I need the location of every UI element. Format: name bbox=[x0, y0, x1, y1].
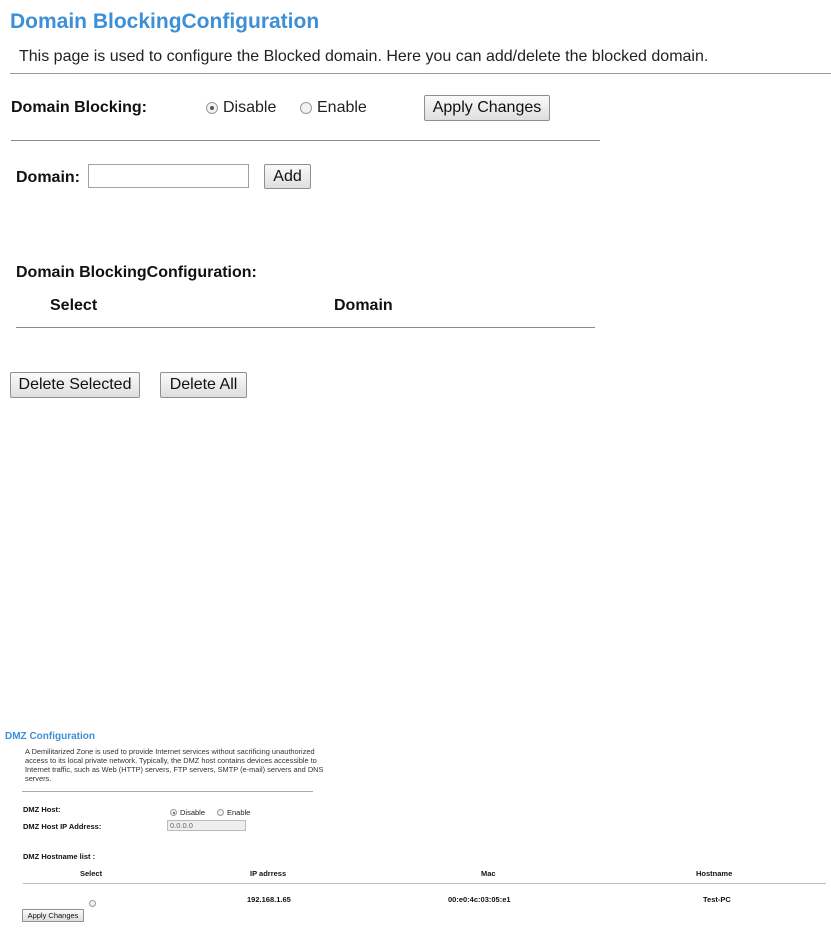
dmz-col-ip: IP adrress bbox=[250, 869, 287, 878]
dmz-description: A Demilitarized Zone is used to provide … bbox=[25, 747, 324, 783]
dmz-row-hostname: Test-PC bbox=[703, 895, 731, 904]
dmz-host-label: DMZ Host: bbox=[23, 805, 61, 814]
page-title: Domain BlockingConfiguration bbox=[10, 10, 320, 33]
delete-all-button[interactable]: Delete All bbox=[160, 372, 247, 398]
domain-input[interactable] bbox=[88, 164, 249, 188]
domain-label: Domain: bbox=[16, 169, 80, 186]
radio-enable-option[interactable]: Enable bbox=[300, 99, 367, 117]
table-title: Domain BlockingConfiguration: bbox=[16, 264, 257, 281]
radio-disable[interactable] bbox=[206, 102, 218, 114]
dmz-row-ip: 192.168.1.65 bbox=[247, 895, 291, 904]
apply-changes-button[interactable]: Apply Changes bbox=[424, 95, 550, 121]
dmz-apply-changes-button[interactable]: Apply Changes bbox=[22, 909, 84, 922]
dmz-radio-enable[interactable] bbox=[217, 809, 224, 817]
radio-disable-label: Disable bbox=[223, 99, 277, 116]
dmz-ip-label: DMZ Host IP Address: bbox=[23, 822, 102, 831]
radio-enable[interactable] bbox=[300, 102, 312, 114]
dmz-row-radio[interactable] bbox=[89, 900, 96, 908]
dmz-row-mac: 00:e0:4c:03:05:e1 bbox=[448, 895, 511, 904]
page-description: This page is used to configure the Block… bbox=[19, 48, 709, 65]
add-button[interactable]: Add bbox=[264, 164, 311, 189]
dmz-col-select: Select bbox=[80, 869, 103, 878]
title-divider bbox=[10, 73, 831, 74]
dmz-title: DMZ Configuration bbox=[5, 731, 95, 742]
domain-blocking-label: Domain Blocking: bbox=[11, 99, 148, 116]
dmz-col-mac: Mac bbox=[481, 869, 496, 878]
section-divider bbox=[11, 140, 600, 141]
delete-selected-button[interactable]: Delete Selected bbox=[10, 372, 140, 398]
dmz-radio-enable-label: Enable bbox=[227, 808, 251, 818]
dmz-row-radio-option[interactable] bbox=[89, 895, 96, 913]
radio-disable-option[interactable]: Disable bbox=[206, 99, 276, 117]
radio-enable-label: Enable bbox=[317, 99, 367, 116]
dmz-ip-input[interactable]: 0.0.0.0 bbox=[167, 820, 246, 831]
dmz-table-divider bbox=[23, 883, 826, 884]
column-header-select: Select bbox=[50, 297, 98, 314]
table-divider bbox=[16, 327, 595, 328]
dmz-col-hostname: Hostname bbox=[696, 869, 733, 878]
dmz-list-title: DMZ Hostname list : bbox=[23, 852, 96, 861]
column-header-domain: Domain bbox=[334, 297, 393, 314]
dmz-title-divider bbox=[22, 791, 313, 792]
dmz-radio-disable-label: Disable bbox=[180, 808, 206, 818]
dmz-radio-disable[interactable] bbox=[170, 809, 177, 817]
